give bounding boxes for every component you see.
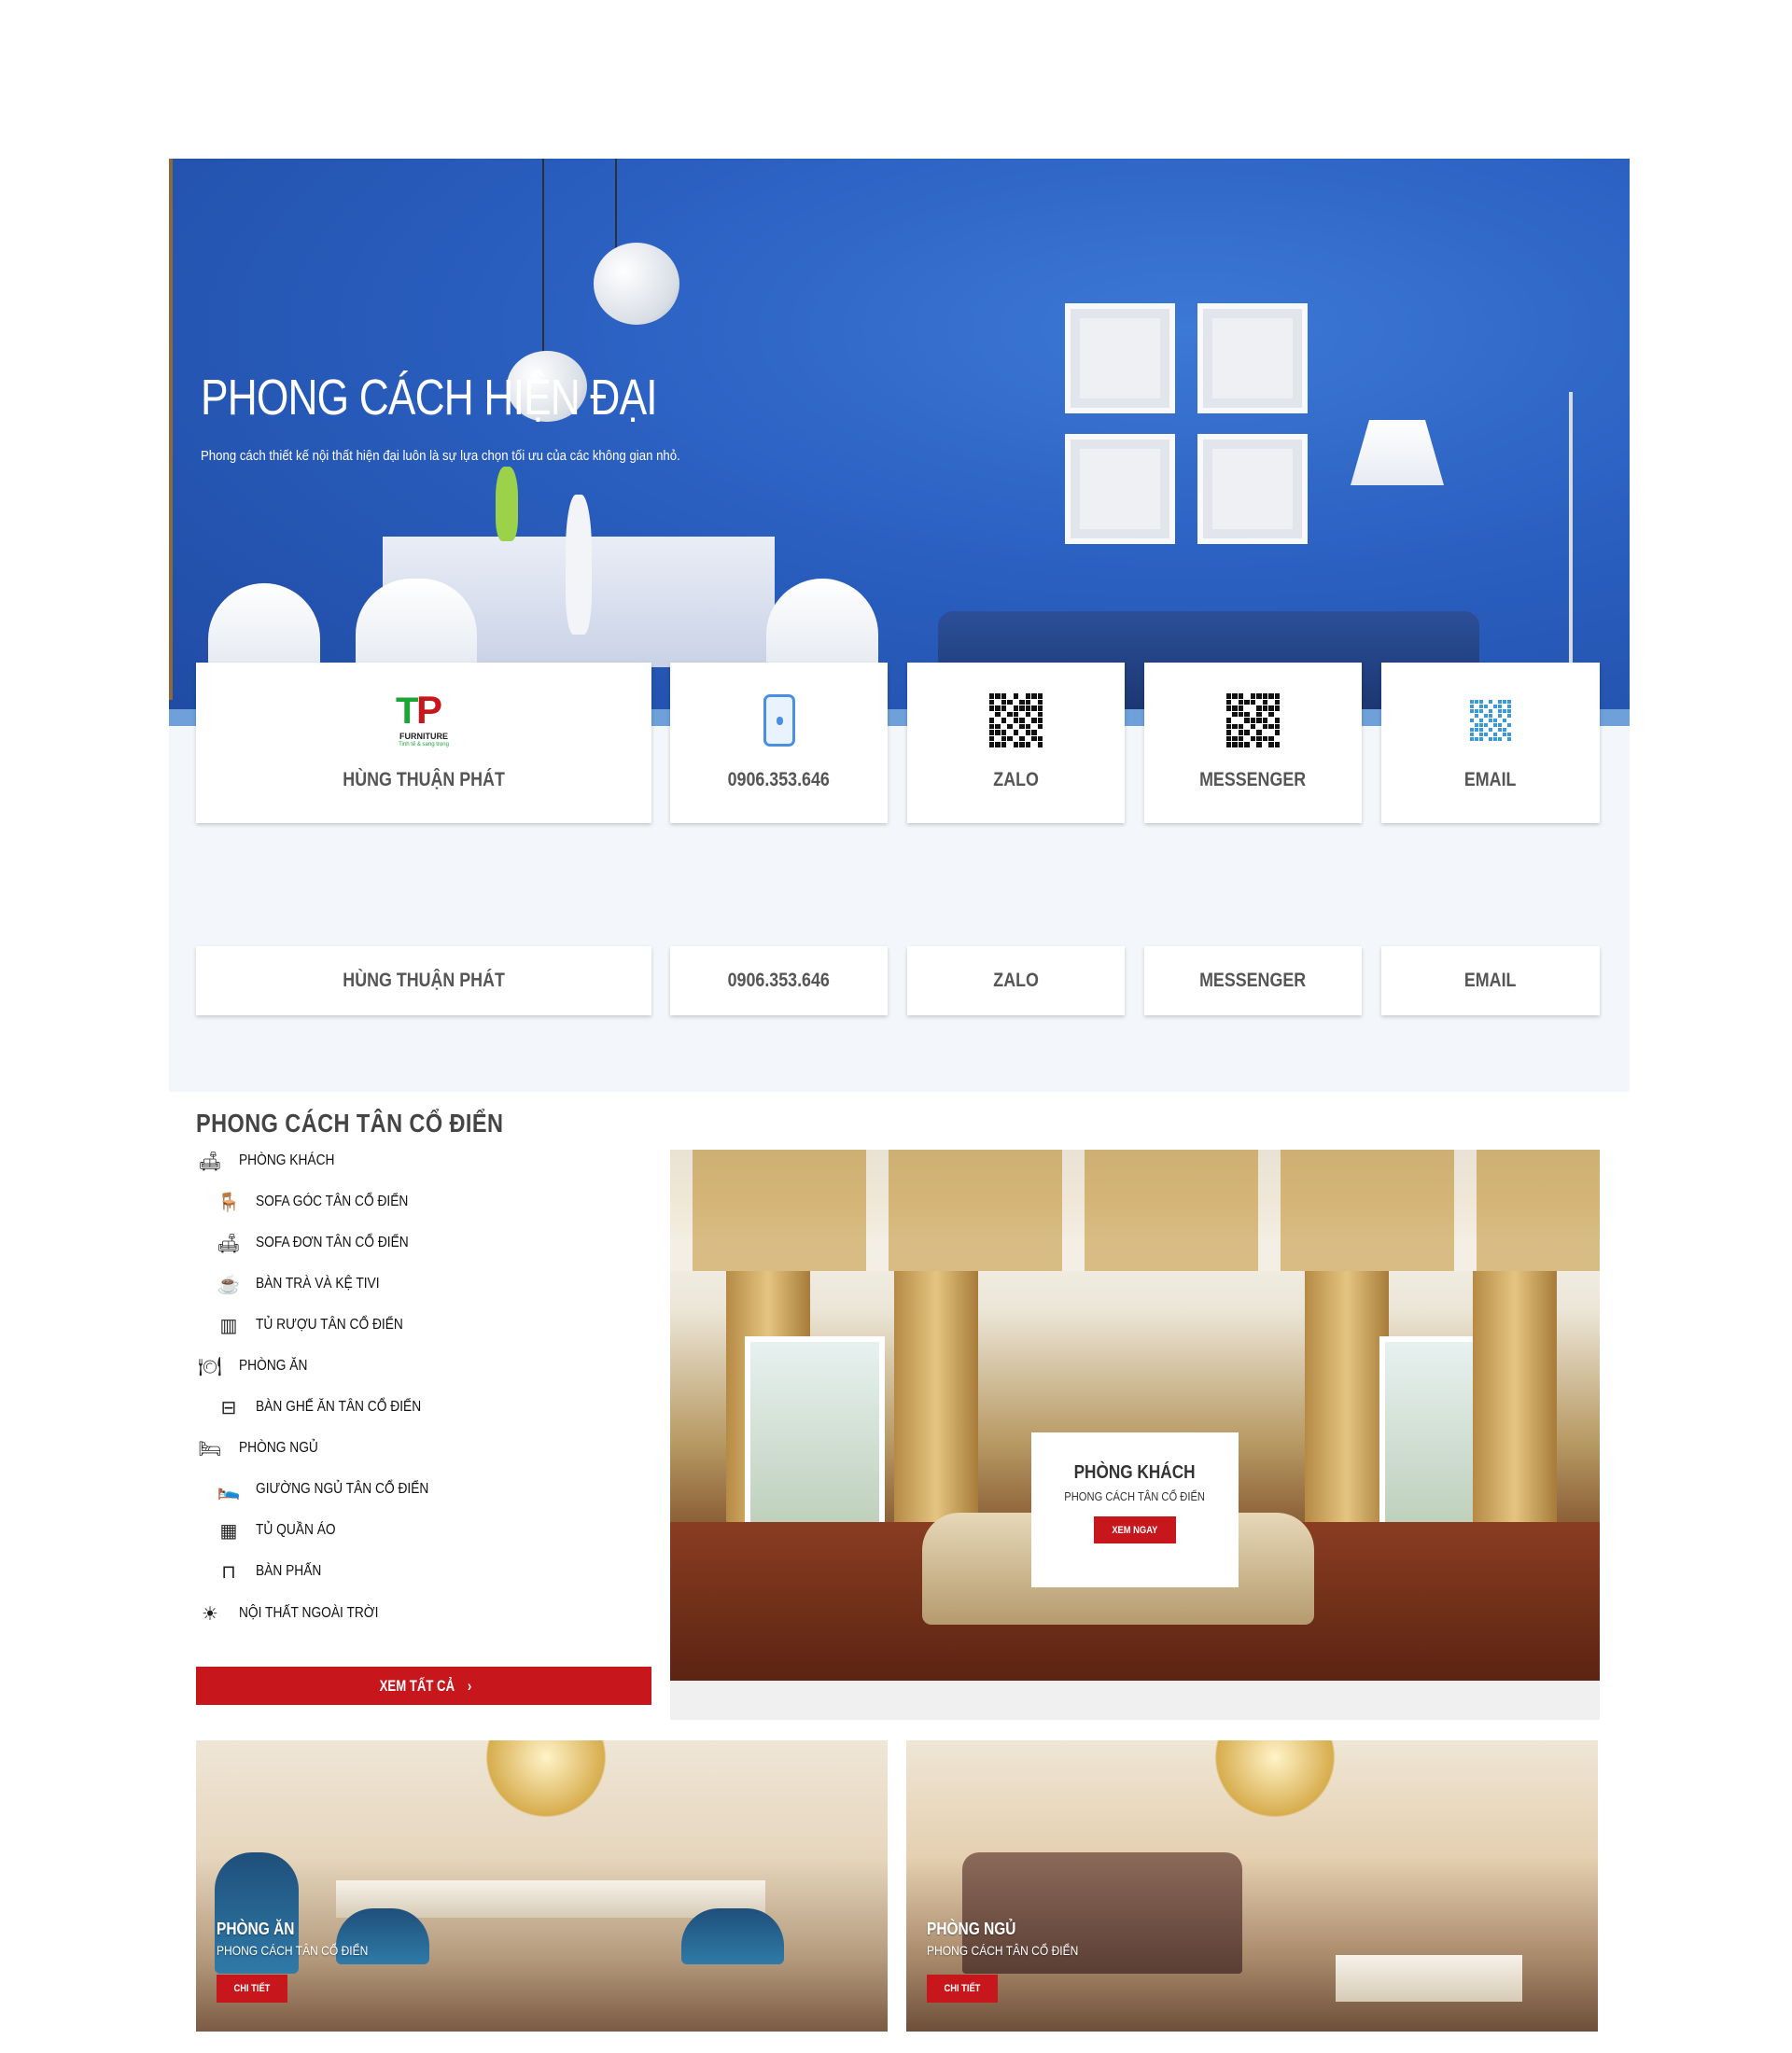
- feature-title: PHÒNG KHÁCH: [1074, 1462, 1196, 1483]
- chair: [681, 1908, 784, 1964]
- menu-item-wardrobe[interactable]: ▦ TỦ QUẦN ÁO: [215, 1517, 349, 1543]
- contact-label: 0906.353.646: [727, 970, 831, 991]
- tile-title: PHÒNG NGỦ: [927, 1920, 1016, 1938]
- bunk-bed-icon: 🛏: [198, 1438, 222, 1459]
- hero-banner: [169, 159, 1630, 728]
- menu-item-wine-cabinet[interactable]: ▥ TỦ RƯỢU TÂN CỔ ĐIỂN: [215, 1312, 427, 1338]
- lamp-cord: [615, 159, 617, 252]
- details-button[interactable]: CHI TIẾT: [927, 1975, 998, 2003]
- sun-icon: ☀: [202, 1603, 218, 1625]
- view-now-button[interactable]: XEM NGAY: [1094, 1516, 1176, 1543]
- feature-image-living-room[interactable]: [670, 1150, 1600, 1681]
- hero-subtitle: Phong cách thiết kế nội thất hiện đại lu…: [201, 448, 680, 464]
- wardrobe-icon: ▦: [219, 1520, 238, 1542]
- tile-dining-room[interactable]: PHÒNG ĂN PHONG CÁCH TÂN CỔ ĐIỂN CHI TIẾT: [196, 1740, 888, 2032]
- hero-title: PHONG CÁCH HIỆN ĐẠI: [201, 370, 658, 426]
- wall-frame: [1197, 303, 1308, 413]
- contact-label: EMAIL: [1464, 769, 1517, 790]
- brand-logo-icon: TP FURNITURE Tinh tế & sang trọng: [396, 688, 449, 748]
- feature-image-shadow: [670, 1675, 1600, 1720]
- contact-card-brand-compact[interactable]: HÙNG THUẬN PHÁT: [196, 946, 651, 1015]
- chandelier: [476, 1740, 616, 1824]
- contact-card-messenger-compact[interactable]: MESSENGER: [1144, 946, 1362, 1015]
- ceiling: [670, 1150, 1600, 1271]
- wall-frame: [1065, 434, 1175, 544]
- lamp-cord: [542, 159, 544, 355]
- menu-item-bedroom[interactable]: 🛏 PHÒNG NGỦ: [196, 1435, 331, 1461]
- dining-plate-icon: 🍽: [198, 1356, 222, 1377]
- tile-title: PHÒNG ĂN: [217, 1920, 295, 1938]
- menu-item-single-sofa[interactable]: 🛋 SOFA ĐƠN TÂN CỔ ĐIỂN: [215, 1230, 433, 1256]
- menu-item-tea-table[interactable]: ☕ BÀN TRÀ VÀ KỆ TIVI: [215, 1271, 399, 1297]
- cabinet-icon: ▥: [219, 1315, 238, 1336]
- sofa-icon: 🛋: [217, 1233, 241, 1254]
- living-room-icon: 🛋: [198, 1151, 222, 1172]
- tea-table-icon: ☕: [217, 1274, 241, 1295]
- vase: [496, 467, 518, 541]
- tile-subtitle: PHONG CÁCH TÂN CỔ ĐIỂN: [217, 1943, 369, 1958]
- chandelier: [1205, 1740, 1345, 1824]
- feature-subtitle: PHONG CÁCH TÂN CỔ ĐIỂN: [1064, 1489, 1206, 1503]
- wall-frame: [1065, 303, 1175, 413]
- chevron-right-icon: ›: [468, 1676, 473, 1695]
- contact-card-email[interactable]: EMAIL: [1381, 663, 1600, 823]
- contact-label: EMAIL: [1464, 970, 1517, 991]
- contact-label: ZALO: [993, 970, 1039, 991]
- menu-item-dining-set[interactable]: ⊟ BÀN GHẾ ĂN TÂN CỔ ĐIỂN: [215, 1394, 448, 1420]
- contact-card-zalo[interactable]: ZALO: [907, 663, 1125, 823]
- tile-subtitle: PHONG CÁCH TÂN CỔ ĐIỂN: [927, 1943, 1079, 1958]
- tile-bedroom[interactable]: PHÒNG NGỦ PHONG CÁCH TÂN CỔ ĐIỂN CHI TIẾ…: [906, 1740, 1598, 2032]
- contact-label: MESSENGER: [1199, 769, 1307, 790]
- contact-card-email-compact[interactable]: EMAIL: [1381, 946, 1600, 1015]
- contact-label: MESSENGER: [1199, 970, 1307, 991]
- sleeping-bed-icon: 🛌: [217, 1479, 241, 1501]
- details-button[interactable]: CHI TIẾT: [217, 1975, 287, 2003]
- contact-card-messenger[interactable]: MESSENGER: [1144, 663, 1362, 823]
- menu-item-dining-room[interactable]: 🍽 PHÒNG ĂN: [196, 1353, 318, 1379]
- contact-card-brand[interactable]: TP FURNITURE Tinh tế & sang trọng HÙNG T…: [196, 663, 651, 823]
- dresser-icon: ⊓: [221, 1561, 236, 1583]
- dining-table-icon: ⊟: [220, 1397, 237, 1418]
- contact-card-zalo-compact[interactable]: ZALO: [907, 946, 1125, 1015]
- vase: [566, 495, 592, 635]
- menu-item-classic-bed[interactable]: 🛌 GIƯỜNG NGỦ TÂN CỔ ĐIỂN: [215, 1476, 457, 1502]
- wall-frame: [1197, 434, 1308, 544]
- contact-card-phone-compact[interactable]: 0906.353.646: [670, 946, 888, 1015]
- menu-item-living-room[interactable]: 🛋 PHÒNG KHÁCH: [196, 1148, 350, 1174]
- contact-label: ZALO: [993, 769, 1039, 790]
- contact-label: HÙNG THUẬN PHÁT: [343, 970, 505, 991]
- qr-code-icon: [1225, 693, 1281, 747]
- contact-card-phone[interactable]: 0906.353.646: [670, 663, 888, 823]
- pendant-lamp: [594, 243, 679, 325]
- menu-item-outdoor[interactable]: ☀ NỘI THẤT NGOÀI TRỜI: [196, 1600, 401, 1627]
- menu-item-corner-sofa[interactable]: 🪑 SOFA GÓC TÂN CỔ ĐIỂN: [215, 1189, 433, 1215]
- phone-icon: [763, 694, 795, 747]
- contact-label: HÙNG THUẬN PHÁT: [343, 769, 505, 790]
- qr-code-icon: [1470, 700, 1511, 741]
- view-all-button[interactable]: XEM TẤT CẢ ›: [196, 1667, 651, 1705]
- section-title: PHONG CÁCH TÂN CỔ ĐIỂN: [196, 1109, 504, 1138]
- contact-label: 0906.353.646: [727, 769, 831, 790]
- feature-overlay: PHÒNG KHÁCH PHONG CÁCH TÂN CỔ ĐIỂN XEM N…: [1031, 1432, 1239, 1587]
- menu-item-dresser[interactable]: ⊓ BÀN PHẤN: [215, 1558, 332, 1585]
- floor-lamp-shade: [1351, 420, 1444, 485]
- qr-code-icon: [988, 693, 1043, 747]
- coffee-table: [1336, 1955, 1522, 2002]
- hero-edge: [169, 159, 173, 700]
- armchair-icon: 🪑: [217, 1192, 241, 1213]
